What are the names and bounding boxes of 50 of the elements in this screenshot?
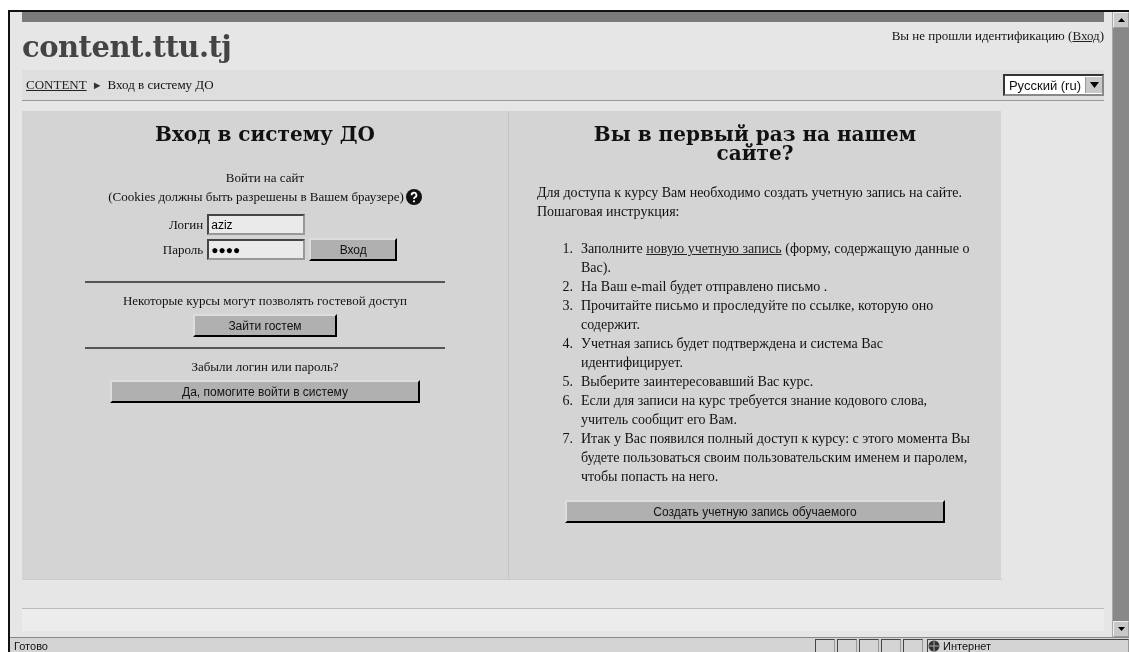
signup-link[interactable]: новую учетную запись — [646, 241, 782, 256]
password-field[interactable]: ●●●● — [207, 239, 306, 260]
help-icon[interactable] — [405, 188, 422, 205]
step-text: Прочитайте письмо и проследуйте по ссылке, которую оно содержит. — [581, 297, 935, 334]
status-pane — [903, 638, 923, 652]
status-pane — [859, 638, 879, 652]
step-number: 1. — [561, 240, 574, 258]
guest-text: Некоторые курсы могут позволять гостевой доступ — [122, 292, 408, 310]
create-account-button[interactable]: Создать учетную запись обучаемого — [565, 500, 945, 523]
step-number: 7. — [561, 430, 574, 448]
step-number: 2. — [561, 278, 574, 296]
login-button[interactable]: Вход — [309, 238, 398, 261]
paragraph: Пошаговая инструкция: — [537, 203, 681, 221]
status-text: Готово — [14, 640, 49, 652]
panel-heading: Вход в систему ДО — [154, 125, 376, 144]
step-text: Заполните новую учетную запись (форму, содержащую данные о Вас). — [581, 240, 971, 277]
login-link[interactable]: Вход — [1072, 28, 1100, 43]
step-number: 3. — [561, 297, 574, 315]
status-pane — [837, 638, 857, 652]
field-label: Пароль — [162, 241, 204, 258]
site-logo: content.ttu.tj — [22, 29, 232, 64]
panel-heading: Вы в первый раз на нашем сайте? — [592, 125, 918, 163]
forgot-text: Забыли логин или пароль? — [191, 358, 339, 376]
login-field[interactable]: aziz — [207, 214, 306, 235]
login-status-text: Вы не прошли идентификацию (Вход) — [891, 27, 1104, 44]
breadcrumb-current: Вход в систему ДО — [107, 77, 214, 93]
language-select[interactable]: Русский (ru) — [1002, 74, 1104, 96]
status-pane — [815, 638, 835, 652]
step-text: Итак у Вас появился полный доступ к курсу: с этого момента Вы будете пользоваться своим пользовательским именем и паролем, чтобы попасть на него. — [581, 430, 971, 486]
step-number: 6. — [561, 392, 574, 410]
step-text: Выберите заинтересовавший Вас курс. — [581, 373, 815, 391]
status-pane — [881, 638, 901, 652]
intro-text: Войти на сайт — [225, 169, 305, 187]
forgot-button[interactable]: Да, помогите войти в систему — [110, 380, 420, 403]
step-text: Если для записи на курс требуется знание кодового слова, учитель сообщит его Вам. — [581, 392, 929, 429]
step-text: Учетная запись будет подтверждена и система Вас идентифицирует. — [581, 335, 884, 372]
breadcrumb-separator: ► — [91, 79, 103, 91]
step-number: 5. — [561, 373, 574, 391]
zone-text: Интернет — [927, 638, 1129, 652]
step-text: На Ваш e-mail будет отправлено письмо . — [581, 278, 829, 296]
guest-button[interactable]: Зайти гостем — [193, 314, 337, 337]
step-number: 4. — [561, 335, 574, 353]
breadcrumb-link[interactable]: CONTENT — [26, 77, 87, 93]
scroll-up-icon[interactable] — [1113, 12, 1129, 28]
paragraph: Для доступа к курсу Вам необходимо создать учетную запись на сайте. — [537, 184, 964, 202]
field-label: Логин — [167, 216, 204, 233]
cookies-note: (Cookies должны быть разрешены в Вашем браузере) — [108, 188, 404, 206]
scroll-down-icon[interactable] — [1113, 621, 1129, 637]
scrollbar[interactable] — [1112, 12, 1129, 637]
globe-icon — [928, 640, 940, 652]
